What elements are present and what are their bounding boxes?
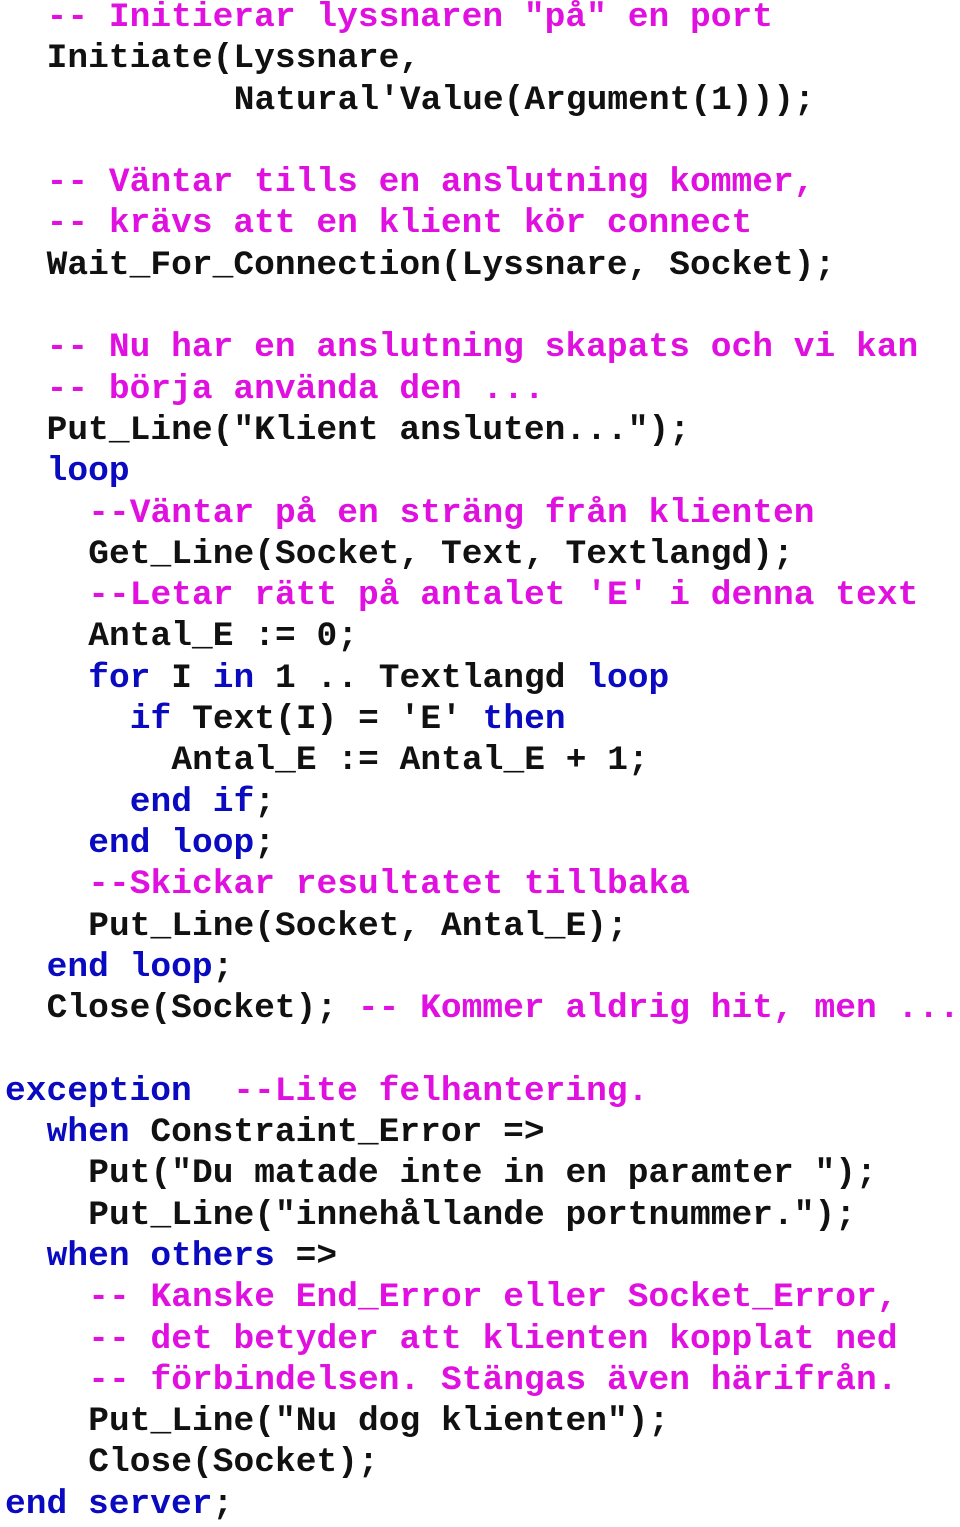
code-comment: -- Väntar tills en anslutning kommer, — [46, 163, 815, 203]
code-comment: -- det betyder att klienten kopplat ned — [88, 1319, 898, 1359]
code-line: Close(Socket); -- Kommer aldrig hit, men… — [0, 988, 960, 1029]
code-text: Initiate(Lyssnare, — [46, 39, 421, 79]
code-line: if Text(I) = ′E′ then — [0, 699, 960, 740]
code-keyword: end server — [5, 1484, 213, 1524]
code-line: end server; — [0, 1484, 960, 1525]
code-line: loop — [0, 451, 960, 492]
code-comment: -- Nu har en anslutning skapats och vi k… — [46, 328, 919, 368]
code-line: --Väntar på en sträng från klienten — [0, 493, 960, 534]
code-line: -- Väntar tills en anslutning kommer, — [0, 162, 960, 203]
code-keyword: exception — [5, 1071, 192, 1111]
code-keyword: for — [88, 658, 151, 698]
code-line: end loop; — [0, 947, 960, 988]
code-text: 1 .. Textlangd — [254, 658, 587, 698]
code-keyword: when others — [46, 1236, 275, 1276]
code-text: ; — [254, 782, 276, 822]
code-line: Get_Line(Socket, Text, Textlangd); — [0, 534, 960, 575]
code-keyword: when — [46, 1113, 130, 1153]
code-line: Close(Socket); — [0, 1442, 960, 1483]
code-text: Get_Line(Socket, Text, Textlangd); — [88, 534, 794, 574]
code-text: Put_Line("Nu dog klienten"); — [88, 1402, 670, 1442]
code-line: -- börja använda den ... — [0, 369, 960, 410]
code-line: --Skickar resultatet tillbaka — [0, 864, 960, 905]
code-line: Wait_For_Connection(Lyssnare, Socket); — [0, 245, 960, 286]
code-keyword: end loop — [88, 823, 255, 863]
code-line: end loop; — [0, 823, 960, 864]
code-line: Antal_E := Antal_E + 1; — [0, 740, 960, 781]
code-line: -- Kanske End_Error eller Socket_Error, — [0, 1277, 960, 1318]
code-keyword: loop — [586, 658, 670, 698]
code-line: Put_Line("Nu dog klienten"); — [0, 1401, 960, 1442]
code-text: Antal_E := 0; — [88, 617, 358, 657]
code-line: -- Initierar lyssnaren ″på″ en port — [0, 0, 960, 38]
code-comment: -- Kanske End_Error eller Socket_Error, — [88, 1278, 898, 1318]
code-text: ; — [212, 947, 234, 987]
code-text: ; — [212, 1484, 234, 1524]
code-line: -- Nu har en anslutning skapats och vi k… — [0, 327, 960, 368]
code-keyword: if — [129, 700, 172, 740]
code-keyword: end loop — [46, 947, 213, 987]
code-line: Natural′Value(Argument(1))); — [0, 80, 960, 121]
code-line: --Letar rätt på antalet ′E′ i denna text — [0, 575, 960, 616]
code-listing: -- Initierar lyssnaren ″på″ en port Initi… — [0, 0, 960, 1525]
code-line: when Constraint_Error => — [0, 1112, 960, 1153]
code-text: ; — [254, 823, 275, 863]
code-comment: -- börja använda den ... — [46, 369, 545, 409]
code-comment: -- krävs att en klient kör connect — [46, 204, 753, 244]
code-text: Close(Socket); — [88, 1443, 379, 1483]
code-comment: --Lite felhantering. — [233, 1071, 649, 1111]
code-comment: --Letar rätt på antalet ′E′ i denna text — [88, 576, 919, 616]
code-line: end if; — [0, 782, 960, 823]
code-line: when others => — [0, 1236, 960, 1277]
code-text: Put("Du matade inte in en paramter ″); — [88, 1154, 877, 1194]
code-line: -- förbindelsen. Stängas även härifrån. — [0, 1360, 960, 1401]
code-line: Initiate(Lyssnare, — [0, 38, 960, 79]
code-keyword: in — [212, 658, 255, 698]
code-comment: -- Kommer aldrig hit, men ... — [357, 989, 960, 1029]
code-text: Wait_For_Connection(Lyssnare, Socket); — [46, 245, 836, 285]
code-text: Close(Socket); — [46, 989, 358, 1029]
code-keyword: then — [482, 700, 566, 740]
code-text: Put_Line(″innehållande portnummer."); — [88, 1195, 857, 1235]
code-line: for I in 1 .. Textlangd loop — [0, 658, 960, 699]
code-text: Natural′Value(Argument(1))); — [233, 80, 815, 120]
code-line: Antal_E := 0; — [0, 616, 960, 657]
code-comment: -- förbindelsen. Stängas även härifrån. — [88, 1360, 898, 1400]
code-text: Text(I) = ′E′ — [171, 700, 483, 740]
code-line: Put("Du matade inte in en paramter ″); — [0, 1153, 960, 1194]
code-comment: --Skickar resultatet tillbaka — [88, 865, 691, 905]
code-text: I — [150, 658, 213, 698]
code-text: Put_Line(Socket, Antal_E); — [88, 906, 628, 946]
code-line: Put_Line(Socket, Antal_E); — [0, 906, 960, 947]
code-comment: -- Initierar lyssnaren ″på″ en port — [46, 0, 773, 37]
code-text: Antal_E := Antal_E + 1; — [171, 741, 649, 781]
code-line: Put_Line("Klient ansluten..."); — [0, 410, 960, 451]
code-text: Put_Line("Klient ansluten..."); — [46, 410, 690, 450]
code-keyword: end if — [129, 782, 255, 822]
code-comment: --Väntar på en sträng från klienten — [88, 493, 815, 533]
code-line: -- krävs att en klient kör connect — [0, 203, 960, 244]
code-line: exception --Lite felhantering. — [0, 1071, 960, 1112]
code-line: Put_Line(″innehållande portnummer."); — [0, 1195, 960, 1236]
code-keyword: loop — [46, 452, 130, 492]
code-text: Constraint_Error => — [129, 1113, 545, 1153]
code-line: -- det betyder att klienten kopplat ned — [0, 1319, 960, 1360]
code-text: => — [274, 1236, 338, 1276]
